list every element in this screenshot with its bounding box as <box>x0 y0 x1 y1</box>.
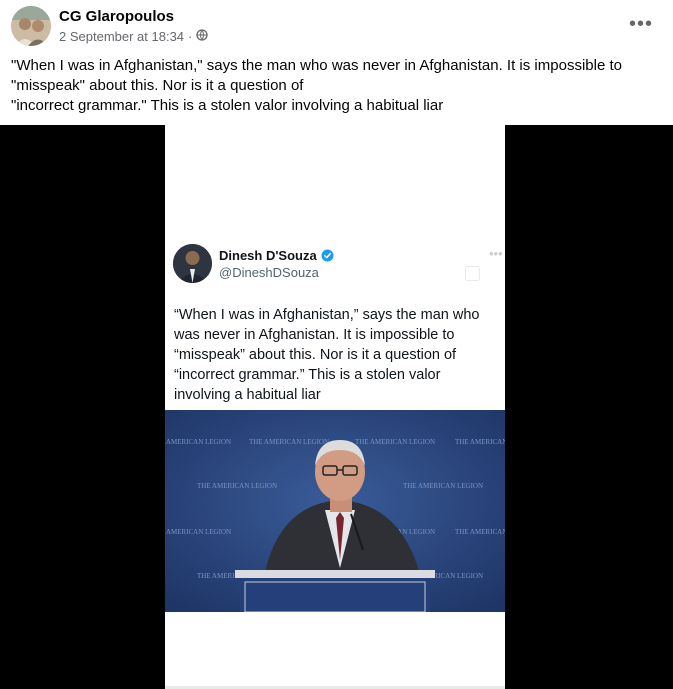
tweet-icon <box>465 266 480 281</box>
post-header: CG Glaropoulos 2 September at 18:34 · ••… <box>0 0 673 50</box>
tweet-text-line: “misspeak” about this. Nor is it a quest… <box>174 347 457 363</box>
globe-icon <box>196 29 209 44</box>
tweet-text-line: involving a habitual liar <box>174 387 321 403</box>
author-name[interactable]: CG Glaropoulos <box>59 8 174 25</box>
backdrop-logo: THE AMERICAN LEGION <box>197 482 277 490</box>
tweet-text-line: “incorrect grammar.” This is a stolen va… <box>174 367 441 383</box>
tweet-more-icon: ••• <box>489 246 503 261</box>
tweet-handle: @DineshDSouza <box>219 265 319 280</box>
backdrop-logo: THE AMERICAN LEGION <box>249 438 329 446</box>
backdrop-logo: THE AMERICAN LEGION <box>455 438 505 446</box>
tweet-author-name: Dinesh D'Souza <box>219 248 317 263</box>
tweet-author: Dinesh D'Souza <box>219 248 334 263</box>
speaker-photo: THE AMERICAN LEGION THE AMERICAN LEGION … <box>165 410 505 612</box>
tweet-text: “When I was in Afghanistan,” says the ma… <box>174 305 499 405</box>
backdrop-logo: THE AMERICAN LEGION <box>403 482 483 490</box>
post-text-line: "misspeak" about this. Nor is it a quest… <box>11 77 304 94</box>
post-meta: 2 September at 18:34 · <box>59 29 209 44</box>
post-date[interactable]: 2 September at 18:34 <box>59 29 184 44</box>
tweet-text-line: “When I was in Afghanistan,” says the ma… <box>174 307 480 323</box>
post-media[interactable]: Dinesh D'Souza @DineshDSouza ••• “When I… <box>0 125 673 689</box>
more-options-button[interactable]: ••• <box>626 12 656 36</box>
post-text-line: "When I was in Afghanistan," says the ma… <box>11 57 622 74</box>
post-text-line: "incorrect grammar." This is a stolen va… <box>11 97 444 114</box>
backdrop-logo: THE AMERICAN LEGION <box>165 528 231 536</box>
backdrop-logo: THE AMERICAN LEGION <box>455 528 505 536</box>
backdrop-logo: THE AMERICAN LEGION <box>165 438 231 446</box>
backdrop-logo: THE AMERICAN LEGION <box>355 438 435 446</box>
meta-separator: · <box>188 29 193 44</box>
verified-badge-icon <box>321 249 334 262</box>
author-avatar[interactable] <box>11 6 51 46</box>
tweet-text-line: was never in Afghanistan. It is impossib… <box>174 327 455 343</box>
tweet-avatar <box>173 244 212 283</box>
video-frame[interactable]: Dinesh D'Souza @DineshDSouza ••• “When I… <box>165 125 505 689</box>
post-text: "When I was in Afghanistan," says the ma… <box>11 56 651 116</box>
